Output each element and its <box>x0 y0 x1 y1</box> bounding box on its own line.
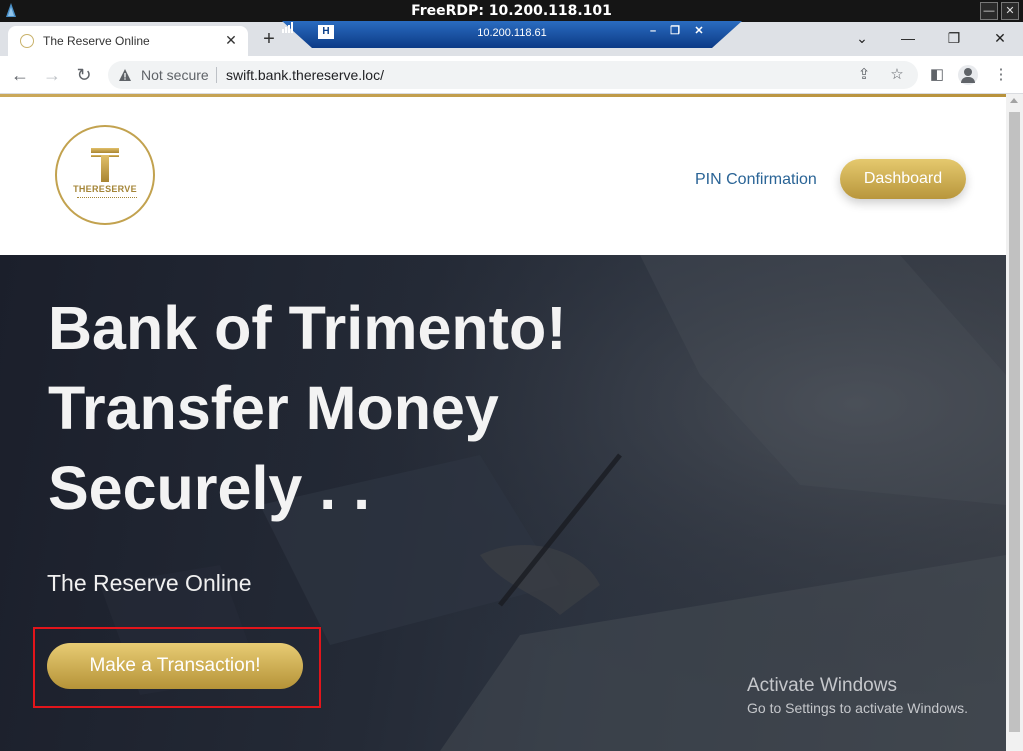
browser-toolbar: ← → ↻ Not secure swift.bank.thereserve.l… <box>0 56 1023 94</box>
hero-title-line-2: Transfer Money <box>48 374 499 442</box>
rdp-bar-close-button[interactable]: ✕ <box>692 24 706 38</box>
thereserve-logo[interactable]: THERESERVE <box>55 125 155 225</box>
more-menu-icon[interactable]: ⋮ <box>990 64 1012 86</box>
rdp-title-bar: FreeRDP: 10.200.118.101 — ✕ <box>0 0 1023 22</box>
back-arrow-icon[interactable]: ← <box>8 63 32 87</box>
share-icon[interactable]: ⇪ <box>854 65 874 85</box>
nav-pin-confirmation-link[interactable]: PIN Confirmation <box>695 171 817 189</box>
window-minimize-button[interactable]: — <box>896 28 920 48</box>
warning-icon[interactable] <box>118 68 132 82</box>
url-text[interactable]: swift.bank.thereserve.loc/ <box>226 67 384 83</box>
scrollbar-thumb[interactable] <box>1009 112 1020 732</box>
window-restore-button[interactable]: ❐ <box>942 28 966 48</box>
security-status-label[interactable]: Not secure <box>141 67 209 83</box>
activate-windows-watermark: Activate Windows Go to Settings to activ… <box>747 675 968 716</box>
new-tab-button[interactable]: + <box>258 28 280 50</box>
tab-strip: The Reserve Online ✕ + H 10.200.118.61 –… <box>0 21 1023 56</box>
bookmark-star-icon[interactable]: ☆ <box>887 65 907 85</box>
tab-close-icon[interactable]: ✕ <box>222 31 240 49</box>
rdp-window-title: FreeRDP: 10.200.118.101 <box>411 3 612 19</box>
site-header: THERESERVE PIN Confirmation Dashboard <box>0 97 1006 255</box>
highlight-box <box>33 627 321 708</box>
dashboard-button[interactable]: Dashboard <box>840 159 966 199</box>
rdp-connection-bar: H 10.200.118.61 – ❐ ✕ <box>282 21 742 48</box>
forward-arrow-icon[interactable]: → <box>40 63 64 87</box>
tab-the-reserve-online[interactable]: The Reserve Online ✕ <box>8 26 248 56</box>
hero-title-line-3: Securely . . <box>48 454 371 522</box>
rdp-minimize-button[interactable]: — <box>980 2 998 20</box>
rdp-bar-minimize-button[interactable]: – <box>646 24 660 38</box>
side-panel-icon[interactable]: ◧ <box>926 64 948 86</box>
rdp-bar-restore-button[interactable]: ❐ <box>668 24 682 38</box>
tab-title: The Reserve Online <box>43 34 150 48</box>
pin-icon[interactable]: H <box>318 25 334 39</box>
reload-icon[interactable]: ↻ <box>72 63 96 87</box>
rdp-close-button[interactable]: ✕ <box>1001 2 1019 20</box>
logo-tagline <box>77 197 137 199</box>
activate-windows-title: Activate Windows <box>747 675 897 696</box>
activate-windows-subtitle: Go to Settings to activate Windows. <box>747 700 968 716</box>
hero-section: Bank of Trimento! Transfer Money Securel… <box>0 255 1006 751</box>
browser-window: The Reserve Online ✕ + H 10.200.118.61 –… <box>0 21 1023 751</box>
tab-favicon-icon <box>20 34 34 48</box>
hero-subtitle: The Reserve Online <box>47 570 252 596</box>
window-close-button[interactable]: ✕ <box>988 28 1012 48</box>
scroll-up-icon[interactable] <box>1010 98 1018 103</box>
address-bar[interactable]: Not secure swift.bank.thereserve.loc/ ⇪ … <box>108 61 918 89</box>
hero-title-line-1: Bank of Trimento! <box>48 294 567 362</box>
logo-wordmark: THERESERVE <box>73 184 137 194</box>
page-scrollbar[interactable] <box>1006 94 1023 751</box>
tab-search-chevron-down-icon[interactable]: ⌄ <box>850 28 874 48</box>
rdp-connection-ip: 10.200.118.61 <box>477 27 547 39</box>
address-separator <box>216 67 217 83</box>
signal-icon <box>282 22 293 33</box>
page-viewport: THERESERVE PIN Confirmation Dashboard Ba… <box>0 94 1006 751</box>
logo-t-mark-icon <box>91 148 119 182</box>
profile-avatar-icon[interactable] <box>958 65 978 85</box>
